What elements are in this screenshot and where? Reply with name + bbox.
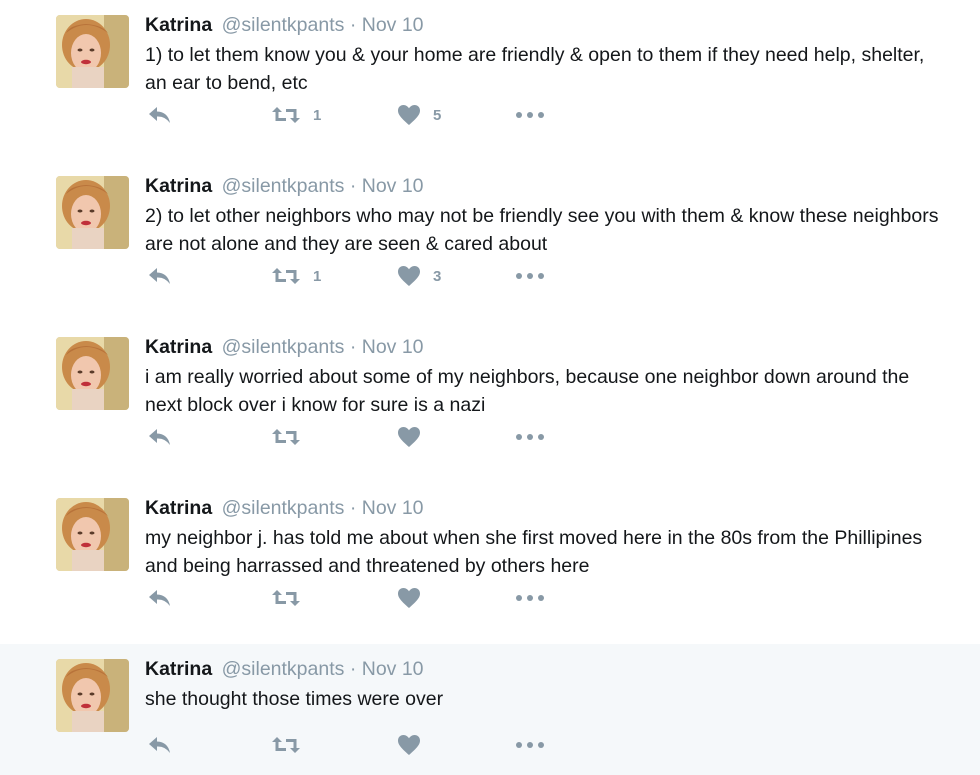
tweet-actions: 1 5	[145, 100, 565, 130]
author-handle[interactable]: @silentkpants	[222, 336, 345, 358]
author-name[interactable]: Katrina	[145, 175, 212, 197]
like-count: 3	[433, 267, 442, 285]
tweet[interactable]: Katrina @silentkpants · Nov 10 i am real…	[0, 322, 980, 483]
like-count: 5	[433, 106, 442, 124]
more-button[interactable]	[515, 583, 545, 613]
like-button[interactable]: 3	[397, 261, 441, 291]
reply-button[interactable]	[147, 422, 173, 452]
tweet-header: Katrina @silentkpants · Nov 10	[145, 496, 424, 520]
retweet-button[interactable]	[271, 422, 313, 452]
more-button[interactable]	[515, 730, 545, 760]
more-dots-icon	[515, 432, 545, 442]
retweet-button[interactable]	[271, 730, 313, 760]
author-name[interactable]: Katrina	[145, 658, 212, 680]
tweet-date[interactable]: Nov 10	[362, 14, 424, 36]
tweet-actions	[145, 583, 565, 613]
author-handle[interactable]: @silentkpants	[222, 658, 345, 680]
avatar[interactable]	[56, 659, 129, 732]
more-button[interactable]	[515, 422, 545, 452]
reply-button[interactable]	[147, 583, 173, 613]
tweet-header: Katrina @silentkpants · Nov 10	[145, 657, 424, 681]
retweet-icon	[271, 266, 301, 286]
avatar[interactable]	[56, 176, 129, 249]
tweet-text: she thought those times were over	[145, 688, 444, 710]
reply-icon	[147, 427, 173, 447]
separator: ·	[349, 175, 357, 197]
more-dots-icon	[515, 271, 545, 281]
like-button[interactable]	[397, 583, 433, 613]
reply-button[interactable]	[147, 261, 173, 291]
tweet-text: 2) to let other neighbors who may not be…	[145, 205, 939, 255]
heart-icon	[397, 265, 421, 287]
tweet-actions	[145, 422, 565, 452]
tweet-text: 1) to let them know you & your home are …	[145, 44, 925, 94]
like-button[interactable]	[397, 730, 433, 760]
tweet-actions	[145, 730, 565, 760]
tweet-text: my neighbor j. has told me about when sh…	[145, 527, 923, 577]
avatar[interactable]	[56, 498, 129, 571]
reply-button[interactable]	[147, 100, 173, 130]
like-button[interactable]: 5	[397, 100, 441, 130]
separator: ·	[349, 497, 357, 519]
avatar[interactable]	[56, 15, 129, 88]
reply-icon	[147, 266, 173, 286]
tweet-date[interactable]: Nov 10	[362, 175, 424, 197]
heart-icon	[397, 734, 421, 756]
retweet-button[interactable]	[271, 583, 313, 613]
separator: ·	[349, 658, 357, 680]
author-handle[interactable]: @silentkpants	[222, 14, 345, 36]
more-dots-icon	[515, 740, 545, 750]
tweet-header: Katrina @silentkpants · Nov 10	[145, 335, 424, 359]
tweet-header: Katrina @silentkpants · Nov 10	[145, 174, 424, 198]
tweet-date[interactable]: Nov 10	[362, 497, 424, 519]
avatar[interactable]	[56, 337, 129, 410]
retweet-count: 1	[313, 106, 322, 124]
reply-icon	[147, 588, 173, 608]
reply-icon	[147, 105, 173, 125]
like-button[interactable]	[397, 422, 433, 452]
tweet-actions: 1 3	[145, 261, 565, 291]
heart-icon	[397, 426, 421, 448]
retweet-icon	[271, 588, 301, 608]
more-dots-icon	[515, 110, 545, 120]
retweet-button[interactable]: 1	[271, 100, 321, 130]
tweet[interactable]: Katrina @silentkpants · Nov 10 1) to let…	[0, 0, 980, 161]
reply-icon	[147, 735, 173, 755]
more-button[interactable]	[515, 100, 545, 130]
author-name[interactable]: Katrina	[145, 14, 212, 36]
tweet[interactable]: Katrina @silentkpants · Nov 10 she thoug…	[0, 644, 980, 775]
more-button[interactable]	[515, 261, 545, 291]
reply-button[interactable]	[147, 730, 173, 760]
retweet-icon	[271, 735, 301, 755]
more-dots-icon	[515, 593, 545, 603]
tweet-text: i am really worried about some of my nei…	[145, 366, 910, 416]
tweet-date[interactable]: Nov 10	[362, 336, 424, 358]
tweet[interactable]: Katrina @silentkpants · Nov 10 my neighb…	[0, 483, 980, 644]
retweet-count: 1	[313, 267, 322, 285]
tweet-header: Katrina @silentkpants · Nov 10	[145, 13, 424, 37]
tweet-date[interactable]: Nov 10	[362, 658, 424, 680]
author-name[interactable]: Katrina	[145, 336, 212, 358]
tweet[interactable]: Katrina @silentkpants · Nov 10 2) to let…	[0, 161, 980, 322]
retweet-icon	[271, 427, 301, 447]
heart-icon	[397, 104, 421, 126]
retweet-button[interactable]: 1	[271, 261, 321, 291]
separator: ·	[349, 336, 357, 358]
separator: ·	[349, 14, 357, 36]
author-handle[interactable]: @silentkpants	[222, 175, 345, 197]
author-name[interactable]: Katrina	[145, 497, 212, 519]
retweet-icon	[271, 105, 301, 125]
heart-icon	[397, 587, 421, 609]
author-handle[interactable]: @silentkpants	[222, 497, 345, 519]
